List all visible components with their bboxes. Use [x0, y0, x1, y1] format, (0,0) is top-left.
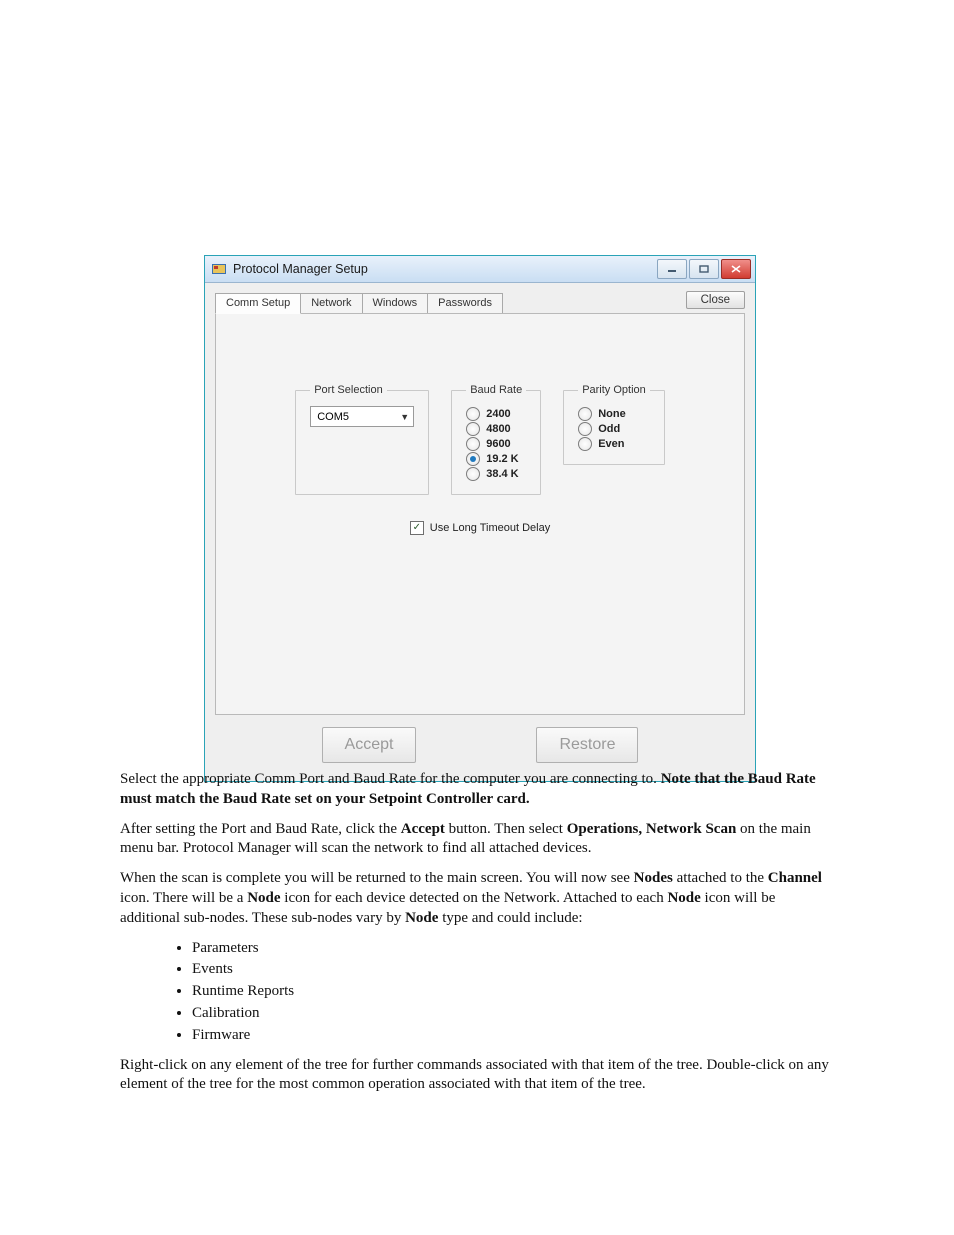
maximize-button[interactable] [689, 259, 719, 279]
document-text: Select the appropriate Comm Port and Bau… [120, 760, 834, 1105]
tab-windows[interactable]: Windows [362, 293, 429, 314]
window-title: Protocol Manager Setup [233, 262, 657, 276]
port-selection-dropdown[interactable]: COM5 ▼ [310, 406, 414, 427]
accept-button[interactable]: Accept [322, 727, 417, 763]
radio-icon [466, 467, 480, 481]
subnode-list: Parameters Events Runtime Reports Calibr… [192, 939, 834, 1046]
baud-option-4800[interactable]: 4800 [466, 422, 526, 436]
setup-dialog: Protocol Manager Setup Comm Setup Networ… [204, 255, 756, 782]
dialog-body: Comm Setup Network Windows Passwords Clo… [205, 283, 755, 781]
list-item: Runtime Reports [192, 982, 834, 1002]
tab-comm-setup[interactable]: Comm Setup [215, 293, 301, 314]
parity-option-label: Parity Option [578, 384, 650, 396]
baud-option-38-4k[interactable]: 38.4 K [466, 467, 526, 481]
tab-passwords[interactable]: Passwords [427, 293, 503, 314]
restore-button[interactable]: Restore [536, 727, 638, 763]
chevron-down-icon: ▼ [400, 412, 409, 422]
close-button[interactable]: Close [686, 291, 745, 309]
minimize-button[interactable] [657, 259, 687, 279]
parity-option-group: Parity Option None Odd Even [563, 384, 665, 465]
parity-option-none[interactable]: None [578, 407, 650, 421]
titlebar[interactable]: Protocol Manager Setup [205, 256, 755, 283]
radio-icon [466, 407, 480, 421]
parity-option-even[interactable]: Even [578, 437, 650, 451]
app-icon [211, 261, 227, 277]
radio-icon [578, 422, 592, 436]
baud-option-9600[interactable]: 9600 [466, 437, 526, 451]
baud-rate-group: Baud Rate 2400 4800 9600 19.2 K 38.4 K [451, 384, 541, 495]
list-item: Calibration [192, 1004, 834, 1024]
tabbar: Comm Setup Network Windows Passwords [215, 293, 686, 314]
port-selection-value: COM5 [317, 411, 349, 423]
port-selection-label: Port Selection [310, 384, 386, 396]
baud-option-19-2k[interactable]: 19.2 K [466, 452, 526, 466]
close-window-button[interactable] [721, 259, 751, 279]
port-selection-group: Port Selection COM5 ▼ [295, 384, 429, 495]
list-item: Events [192, 960, 834, 980]
long-timeout-label: Use Long Timeout Delay [430, 522, 550, 534]
comm-setup-panel: Port Selection COM5 ▼ Baud Rate 2400 480… [215, 313, 745, 715]
baud-rate-label: Baud Rate [466, 384, 526, 396]
radio-icon [578, 437, 592, 451]
radio-selected-icon [466, 452, 480, 466]
parity-option-odd[interactable]: Odd [578, 422, 650, 436]
list-item: Firmware [192, 1026, 834, 1046]
radio-icon [466, 437, 480, 451]
list-item: Parameters [192, 939, 834, 959]
baud-option-2400[interactable]: 2400 [466, 407, 526, 421]
long-timeout-checkbox[interactable]: ✓ [410, 521, 424, 535]
radio-icon [578, 407, 592, 421]
tab-network[interactable]: Network [300, 293, 362, 314]
radio-icon [466, 422, 480, 436]
